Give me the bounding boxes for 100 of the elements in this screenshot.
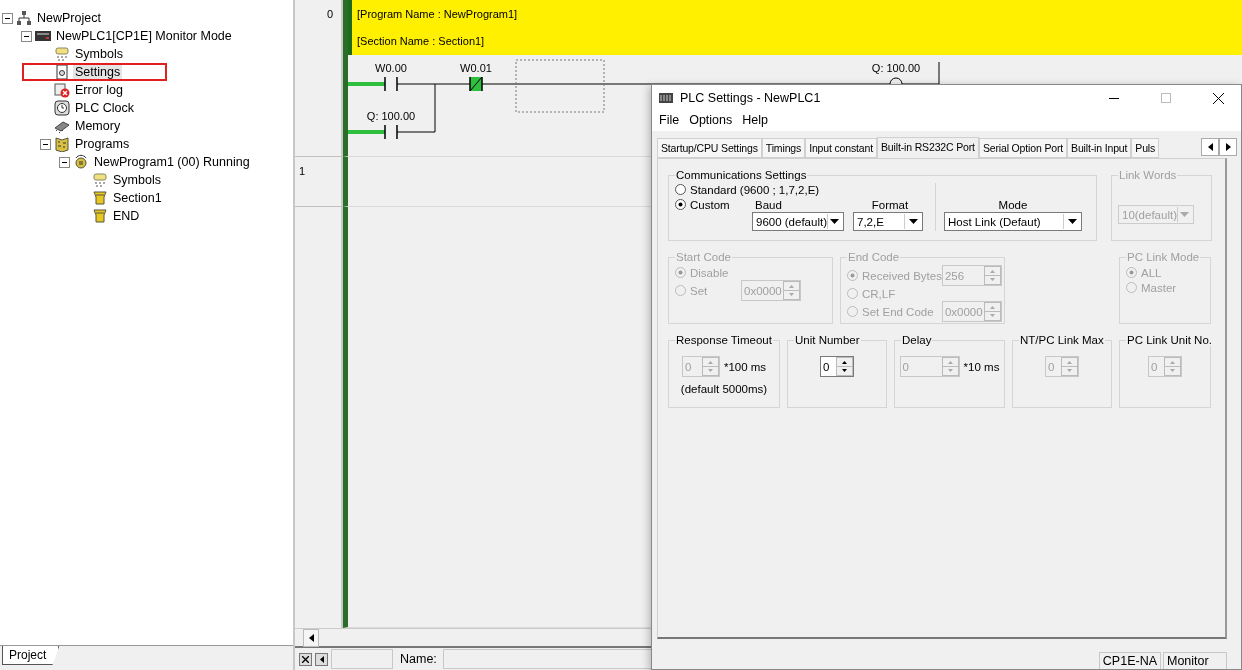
left-arrow-icon xyxy=(319,655,324,663)
section-icon xyxy=(92,190,108,206)
tree-item[interactable]: NewProgram1 (00) Running xyxy=(92,155,252,169)
name-label: Name: xyxy=(400,652,437,666)
menu-item[interactable]: Help xyxy=(737,111,773,131)
radio-circle-icon xyxy=(675,184,686,195)
menu-item[interactable]: File xyxy=(654,111,685,131)
group-title: Start Code xyxy=(675,251,732,263)
group-title: Link Words xyxy=(1118,169,1178,181)
dropdown-arrow-icon xyxy=(1067,219,1077,224)
dropdown[interactable]: Host Link (Defaut) xyxy=(944,212,1082,231)
dropdown[interactable]: 9600 (default) xyxy=(752,212,844,231)
spin-box[interactable]: 0 xyxy=(820,356,854,377)
minimize-icon xyxy=(1109,97,1119,99)
rung-number: 0 xyxy=(295,0,343,157)
radio-circle-icon xyxy=(1126,282,1137,293)
field-label: Baud xyxy=(754,199,783,211)
programs-icon xyxy=(54,136,70,152)
network-icon xyxy=(16,10,32,26)
collapse-icon[interactable] xyxy=(59,156,70,168)
maximize-icon xyxy=(1161,93,1171,103)
radio-button[interactable]: Standard (9600 ; 1,7,2,E) xyxy=(675,182,927,197)
tab[interactable]: Startup/CPU Settings xyxy=(657,138,762,158)
group-title: PC Link Mode xyxy=(1126,251,1201,263)
radio-circle-icon xyxy=(847,288,858,299)
group-title: Communications Settings xyxy=(675,169,808,181)
tree-item[interactable]: NewPLC1[CP1E] Monitor Mode xyxy=(54,29,234,43)
dropdown[interactable]: 7,2,E xyxy=(853,212,923,231)
tree-item[interactable]: PLC Clock xyxy=(73,101,137,115)
default-note: (default 5000ms) xyxy=(680,383,768,395)
unit-label: *100 ms xyxy=(723,360,767,373)
contact-label: W0.00 xyxy=(375,62,407,74)
close-icon xyxy=(302,655,309,663)
right-arrow-icon xyxy=(1225,143,1231,151)
window-title: PLC Settings - NewPLC1 xyxy=(680,91,822,105)
error-icon xyxy=(54,82,70,98)
group-title: End Code xyxy=(847,251,901,263)
rung-comment: [Program Name : NewProgram1] xyxy=(357,7,519,20)
tree-item[interactable]: NewProject xyxy=(35,11,103,25)
collapse-icon[interactable] xyxy=(2,12,13,24)
radio-circle-icon xyxy=(847,306,858,317)
dropdown-arrow-icon xyxy=(1180,212,1190,217)
field-label: Mode xyxy=(998,199,1028,211)
collapse-icon[interactable] xyxy=(40,138,51,150)
tree-item[interactable]: Symbols xyxy=(73,47,125,61)
tree-item[interactable]: END xyxy=(111,209,142,223)
group-title: NT/PC Link Max xyxy=(1019,334,1105,346)
field-label: Format xyxy=(870,199,910,211)
scroll-left-button[interactable] xyxy=(303,629,319,647)
radio-circle-icon xyxy=(1126,267,1137,278)
settings-icon xyxy=(54,64,70,80)
section-icon xyxy=(92,208,108,224)
status-cell: Monitor xyxy=(1163,652,1227,669)
plc-device-icon xyxy=(658,90,674,106)
tree-item[interactable]: Section1 xyxy=(111,191,164,205)
plc-device-icon xyxy=(35,28,51,44)
coil-label: Q: 100.00 xyxy=(871,62,921,74)
contact-label: W0.01 xyxy=(460,62,492,74)
radio-circle-icon xyxy=(675,267,686,278)
tab[interactable]: Timings xyxy=(761,138,806,158)
clock-icon xyxy=(54,100,70,116)
rung-comment: [Section Name : Section1] xyxy=(357,35,486,48)
tree-item[interactable]: Error log xyxy=(73,83,125,97)
symbols-icon xyxy=(54,46,70,62)
program-icon xyxy=(73,154,89,170)
contact-label: Q: 100.00 xyxy=(366,110,416,122)
tree-item[interactable]: Memory xyxy=(73,119,123,133)
collapse-icon[interactable] xyxy=(21,30,32,42)
tab[interactable]: Input constant xyxy=(805,138,877,158)
close-button[interactable] xyxy=(299,652,312,666)
symbols-icon xyxy=(92,172,108,188)
project-tab[interactable]: Project xyxy=(2,646,60,665)
unit-label: *10 ms xyxy=(963,360,1000,373)
rung-number: 1 xyxy=(295,157,343,207)
left-arrow-icon xyxy=(308,634,314,642)
tab[interactable]: Serial Option Port xyxy=(978,138,1068,158)
group-title: Delay xyxy=(901,334,933,346)
group-title: Unit Number xyxy=(794,334,861,346)
left-arrow-icon xyxy=(1207,143,1213,151)
spin-arrows-icon[interactable] xyxy=(836,357,853,376)
menu-item[interactable]: Options xyxy=(684,111,738,131)
radio-button[interactable]: Custom xyxy=(675,197,747,212)
tab[interactable]: Puls xyxy=(1131,138,1160,158)
close-icon xyxy=(1212,92,1224,104)
status-cell: CP1E-NA xyxy=(1098,652,1161,669)
tab-scroll-left-button[interactable] xyxy=(1201,138,1219,156)
scroll-left-button[interactable] xyxy=(315,652,328,666)
tab[interactable]: Built-in RS232C Port xyxy=(877,137,979,158)
radio-circle-icon xyxy=(847,270,858,281)
radio-circle-icon xyxy=(675,285,686,296)
tree-item[interactable]: Programs xyxy=(73,137,132,151)
tree-item[interactable]: Settings xyxy=(73,65,123,79)
dropdown-arrow-icon xyxy=(908,219,918,224)
group-title: PC Link Unit No. xyxy=(1126,334,1213,346)
dropdown-arrow-icon xyxy=(830,219,840,224)
group-title: Response Timeout xyxy=(675,334,773,346)
tree-item[interactable]: Symbols xyxy=(111,173,163,187)
radio-circle-icon xyxy=(675,199,686,210)
tab-scroll-right-button[interactable] xyxy=(1219,138,1237,156)
tab[interactable]: Built-in Input xyxy=(1067,138,1132,158)
